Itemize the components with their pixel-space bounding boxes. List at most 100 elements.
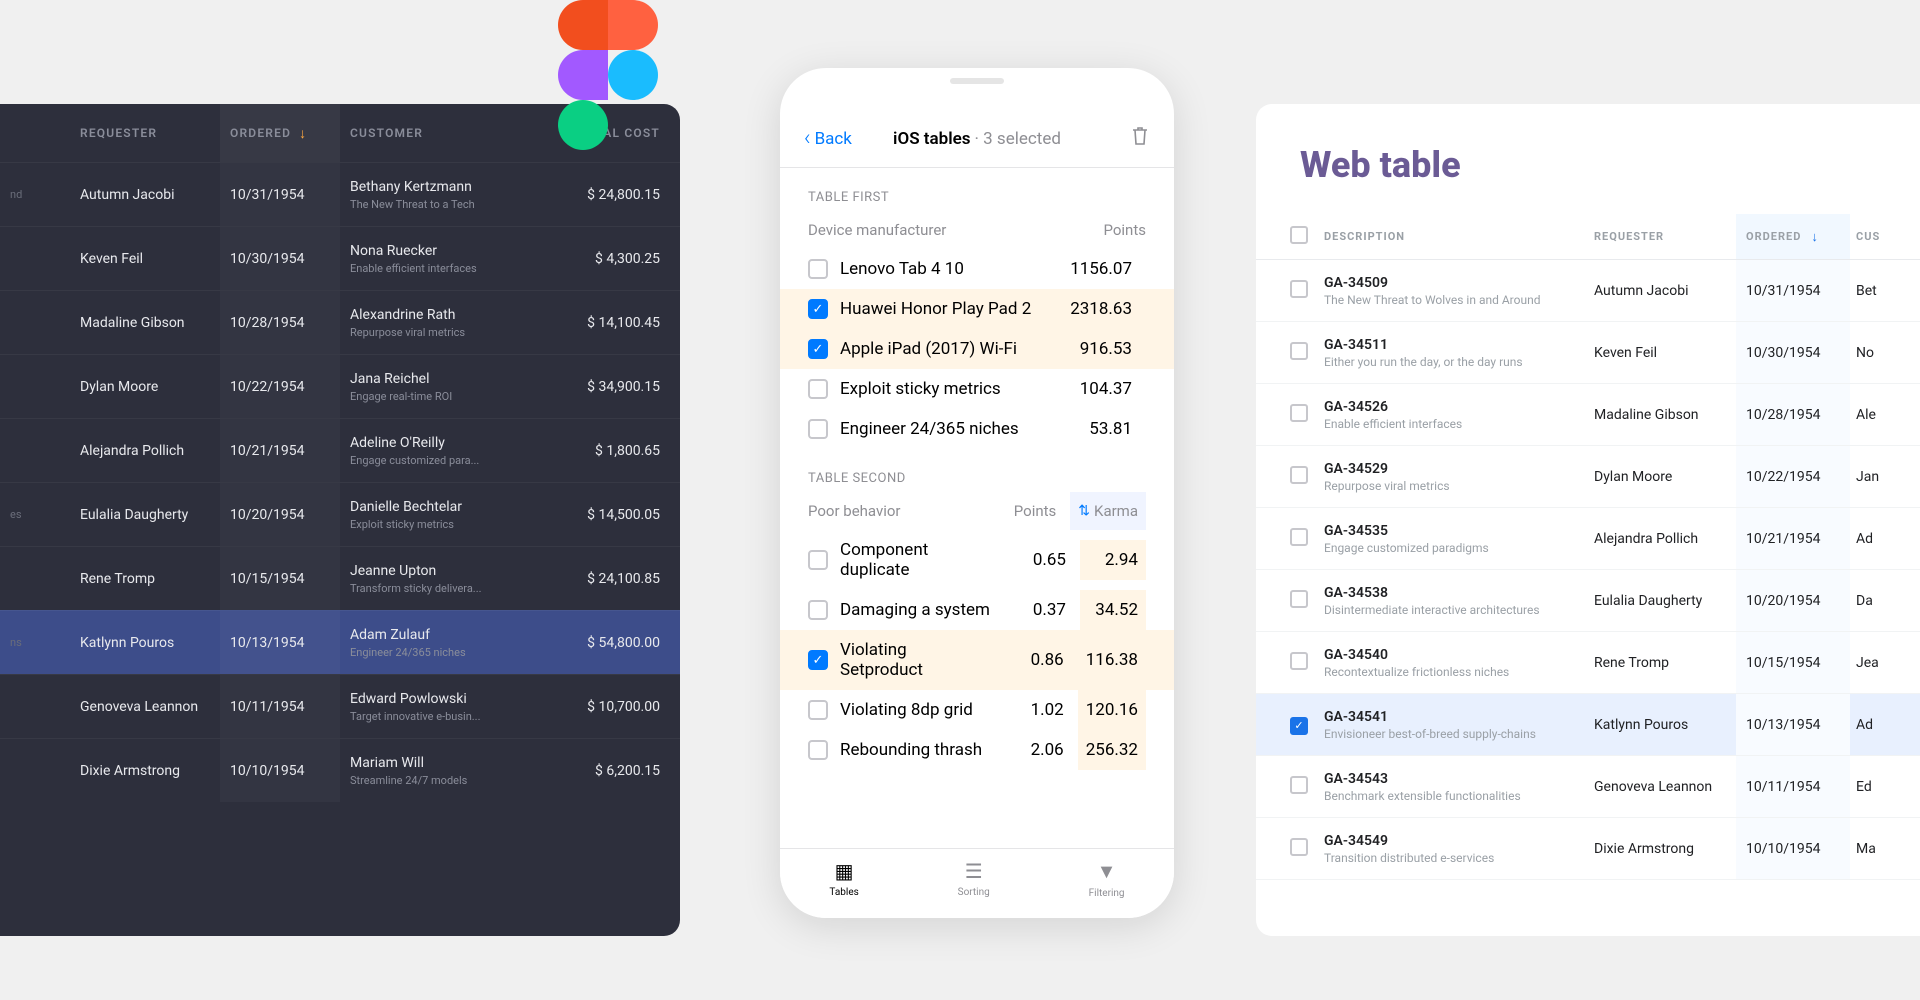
row-checkbox[interactable]: ✓ xyxy=(808,339,828,359)
table-row[interactable]: GA-34543 Benchmark extensible functional… xyxy=(1256,756,1920,818)
list-item[interactable]: ✓ Huawei Honor Play Pad 2 2318.63 xyxy=(780,289,1174,329)
tab-tables[interactable]: ▦ Tables xyxy=(829,859,858,898)
row-checkbox[interactable]: ✓ xyxy=(808,299,828,319)
phone-title: iOS tables · 3 selected xyxy=(893,129,1061,149)
col-ordered[interactable]: Ordered ↓ xyxy=(220,104,340,162)
ordered-cell: 10/15/1954 xyxy=(220,547,340,610)
table-row[interactable]: Dixie Armstrong 10/10/1954 Mariam Will S… xyxy=(0,738,680,802)
table-row[interactable]: GA-34509 The New Threat to Wolves in and… xyxy=(1256,260,1920,322)
customer-cell: Jea xyxy=(1850,655,1920,671)
row-checkbox[interactable] xyxy=(808,700,828,720)
karma-sort-header[interactable]: ⇅ Karma xyxy=(1070,492,1146,530)
tab-sorting[interactable]: ☰ Sorting xyxy=(958,859,990,898)
customer-cell: Jan xyxy=(1850,469,1920,485)
sort-arrow-icon: ↓ xyxy=(1811,229,1819,245)
row-checkbox[interactable] xyxy=(808,259,828,279)
table-row[interactable]: Madaline Gibson 10/28/1954 Alexandrine R… xyxy=(0,290,680,354)
table-row[interactable]: ✓ GA-34541 Envisioneer best-of-breed sup… xyxy=(1256,694,1920,756)
list-item[interactable]: ✓ Apple iPad (2017) Wi-Fi 916.53 xyxy=(780,329,1174,369)
table-row[interactable]: Dylan Moore 10/22/1954 Jana Reichel Enga… xyxy=(0,354,680,418)
row-checkbox[interactable] xyxy=(1290,838,1308,856)
table-row[interactable]: Alejandra Pollich 10/21/1954 Adeline O'R… xyxy=(0,418,680,482)
row-checkbox[interactable] xyxy=(1290,466,1308,484)
row-checkbox[interactable] xyxy=(808,740,828,760)
requester-cell: Dylan Moore xyxy=(1588,469,1736,485)
tab-filtering[interactable]: ▼ Filtering xyxy=(1089,859,1125,899)
ordered-cell: 10/13/1954 xyxy=(220,611,340,674)
table-row[interactable]: GA-34529 Repurpose viral metrics Dylan M… xyxy=(1256,446,1920,508)
customer-cell: Ad xyxy=(1850,717,1920,733)
funnel-icon: ▼ xyxy=(1097,859,1117,884)
ordered-cell: 10/30/1954 xyxy=(1736,322,1850,383)
section-label-1: TABLE FIRST xyxy=(780,168,1174,213)
ordered-cell: 10/30/1954 xyxy=(220,227,340,290)
table-icon: ▦ xyxy=(835,859,854,883)
description-cell: GA-34509 The New Threat to Wolves in and… xyxy=(1318,275,1588,307)
description-cell: GA-34511 Either you run the day, or the … xyxy=(1318,337,1588,369)
col-description[interactable]: Description xyxy=(1318,230,1588,243)
row-checkbox[interactable] xyxy=(808,379,828,399)
customer-cell: Ad xyxy=(1850,531,1920,547)
list-item[interactable]: Violating 8dp grid 1.02 120.16 xyxy=(780,690,1174,730)
dark-data-table: Requester Ordered ↓ Customer Total Cost … xyxy=(0,104,680,936)
list-item[interactable]: ✓ Violating Setproduct 0.86 116.38 xyxy=(780,630,1174,690)
col-customer[interactable]: Cus xyxy=(1850,230,1920,243)
table-row[interactable]: Rene Tromp 10/15/1954 Jeanne Upton Trans… xyxy=(0,546,680,610)
total-cell: $ 6,200.15 xyxy=(550,763,680,779)
web-table-header: Description Requester Ordered ↓ Cus xyxy=(1256,214,1920,260)
col-ordered[interactable]: Ordered ↓ xyxy=(1736,214,1850,259)
select-all-checkbox[interactable] xyxy=(1290,226,1308,244)
row-checkbox[interactable] xyxy=(808,550,828,570)
row-checkbox[interactable] xyxy=(1290,652,1308,670)
total-cell: $ 34,900.15 xyxy=(550,379,680,395)
col-requester[interactable]: Requester xyxy=(70,126,220,140)
requester-cell: Dixie Armstrong xyxy=(1588,841,1736,857)
table-row[interactable]: GA-34526 Enable efficient interfaces Mad… xyxy=(1256,384,1920,446)
customer-cell: Da xyxy=(1850,593,1920,609)
customer-cell: Nona Ruecker Enable efficient interfaces xyxy=(340,243,550,275)
ordered-cell: 10/11/1954 xyxy=(220,675,340,738)
row-checkbox[interactable] xyxy=(1290,404,1308,422)
list-item[interactable]: Exploit sticky metrics 104.37 xyxy=(780,369,1174,409)
requester-cell: Dylan Moore xyxy=(70,379,220,395)
table-row[interactable]: Genoveva Leannon 10/11/1954 Edward Powlo… xyxy=(0,674,680,738)
back-button[interactable]: ‹ Back xyxy=(804,126,852,151)
list-item[interactable]: Component duplicate 0.65 2.94 xyxy=(780,530,1174,590)
table2-header: Poor behavior Points ⇅ Karma xyxy=(780,494,1174,530)
table-row[interactable]: GA-34511 Either you run the day, or the … xyxy=(1256,322,1920,384)
requester-cell: Madaline Gibson xyxy=(1588,407,1736,423)
description-cell: GA-34541 Envisioneer best-of-breed suppl… xyxy=(1318,709,1588,741)
row-checkbox[interactable]: ✓ xyxy=(1290,717,1308,735)
description-cell: GA-34543 Benchmark extensible functional… xyxy=(1318,771,1588,803)
requester-cell: Dixie Armstrong xyxy=(70,763,220,779)
list-item[interactable]: Rebounding thrash 2.06 256.32 xyxy=(780,730,1174,770)
table-row[interactable]: GA-34549 Transition distributed e-servic… xyxy=(1256,818,1920,880)
total-cell: $ 24,100.85 xyxy=(550,571,680,587)
row-checkbox[interactable] xyxy=(1290,776,1308,794)
row-checkbox[interactable] xyxy=(1290,280,1308,298)
row-checkbox[interactable] xyxy=(1290,590,1308,608)
list-item[interactable]: Lenovo Tab 4 10 1156.07 xyxy=(780,249,1174,289)
table-row[interactable]: ns Katlynn Pouros 10/13/1954 Adam Zulauf… xyxy=(0,610,680,674)
row-checkbox[interactable] xyxy=(808,600,828,620)
col-requester[interactable]: Requester xyxy=(1588,230,1736,243)
table-row[interactable]: es Eulalia Daugherty 10/20/1954 Danielle… xyxy=(0,482,680,546)
table-row[interactable]: Keven Feil 10/30/1954 Nona Ruecker Enabl… xyxy=(0,226,680,290)
list-item[interactable]: Damaging a system 0.37 34.52 xyxy=(780,590,1174,630)
total-cell: $ 1,800.65 xyxy=(550,443,680,459)
row-checkbox[interactable] xyxy=(808,419,828,439)
table-row[interactable]: GA-34538 Disintermediate interactive arc… xyxy=(1256,570,1920,632)
row-checkbox[interactable] xyxy=(1290,528,1308,546)
phone-nav-bar: ‹ Back iOS tables · 3 selected xyxy=(780,110,1174,168)
delete-button[interactable] xyxy=(1130,125,1150,152)
table-row[interactable]: GA-34535 Engage customized paradigms Ale… xyxy=(1256,508,1920,570)
ordered-cell: 10/20/1954 xyxy=(1736,570,1850,631)
list-item[interactable]: Engineer 24/365 niches 53.81 xyxy=(780,409,1174,449)
row-checkbox[interactable]: ✓ xyxy=(808,650,828,670)
table-row[interactable]: GA-34540 Recontextualize frictionless ni… xyxy=(1256,632,1920,694)
requester-cell: Genoveva Leannon xyxy=(70,699,220,715)
col-customer[interactable]: Customer xyxy=(340,126,550,140)
row-checkbox[interactable] xyxy=(1290,342,1308,360)
description-cell: GA-34538 Disintermediate interactive arc… xyxy=(1318,585,1588,617)
customer-cell: Bethany Kertzmann The New Threat to a Te… xyxy=(340,179,550,211)
